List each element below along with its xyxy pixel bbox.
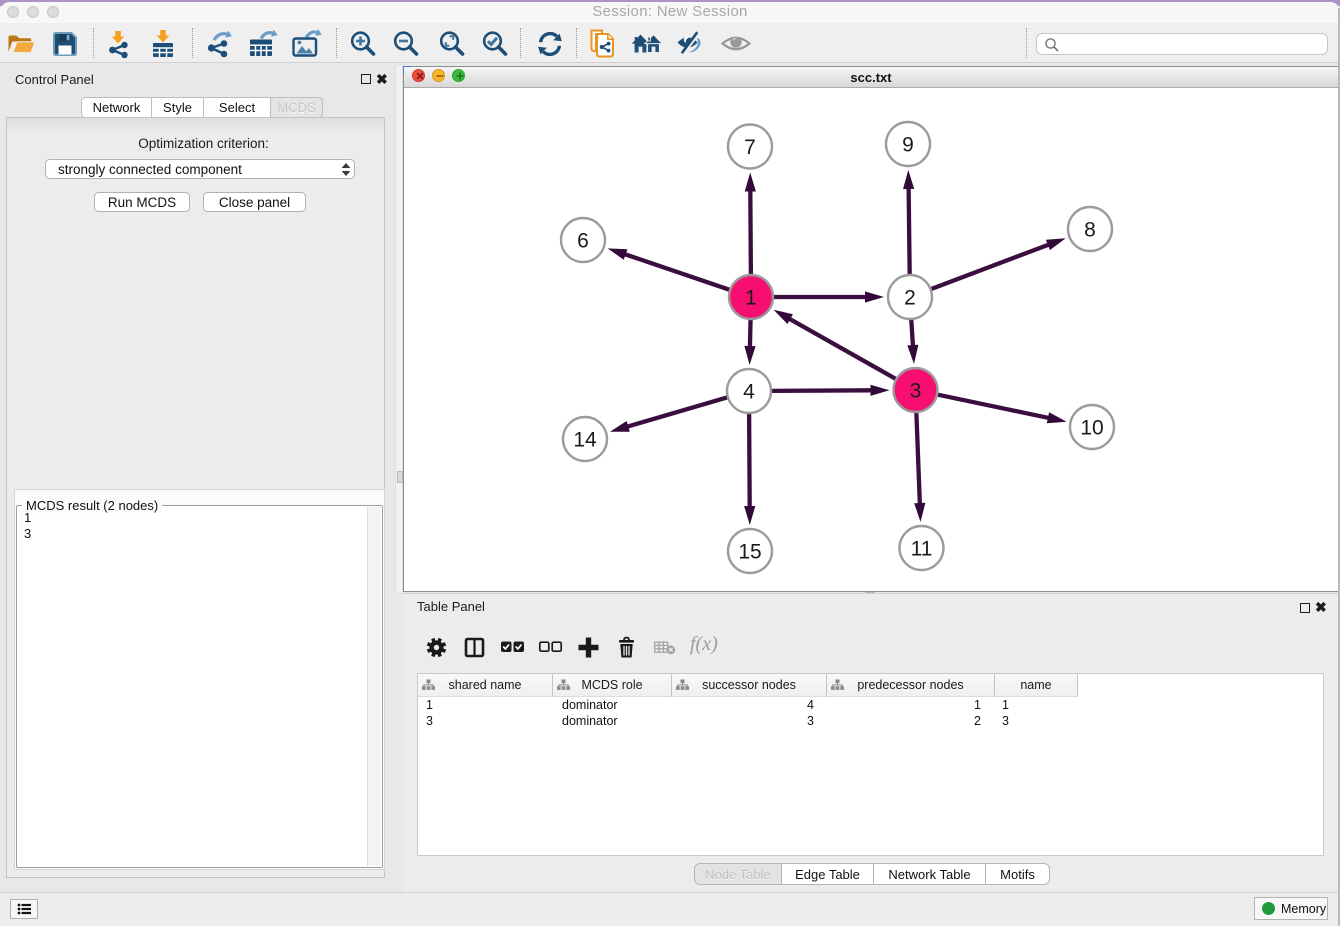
svg-text:14: 14 bbox=[573, 429, 597, 452]
svg-text:10: 10 bbox=[1080, 417, 1103, 440]
svg-text:1: 1 bbox=[745, 287, 757, 310]
svg-text:9: 9 bbox=[902, 134, 914, 157]
svg-text:6: 6 bbox=[577, 230, 589, 253]
svg-text:8: 8 bbox=[1084, 219, 1096, 242]
svg-text:11: 11 bbox=[911, 538, 933, 561]
svg-text:2: 2 bbox=[904, 287, 916, 310]
svg-text:4: 4 bbox=[743, 381, 755, 404]
svg-text:3: 3 bbox=[910, 380, 922, 403]
svg-text:7: 7 bbox=[744, 136, 756, 159]
svg-text:15: 15 bbox=[738, 541, 761, 564]
